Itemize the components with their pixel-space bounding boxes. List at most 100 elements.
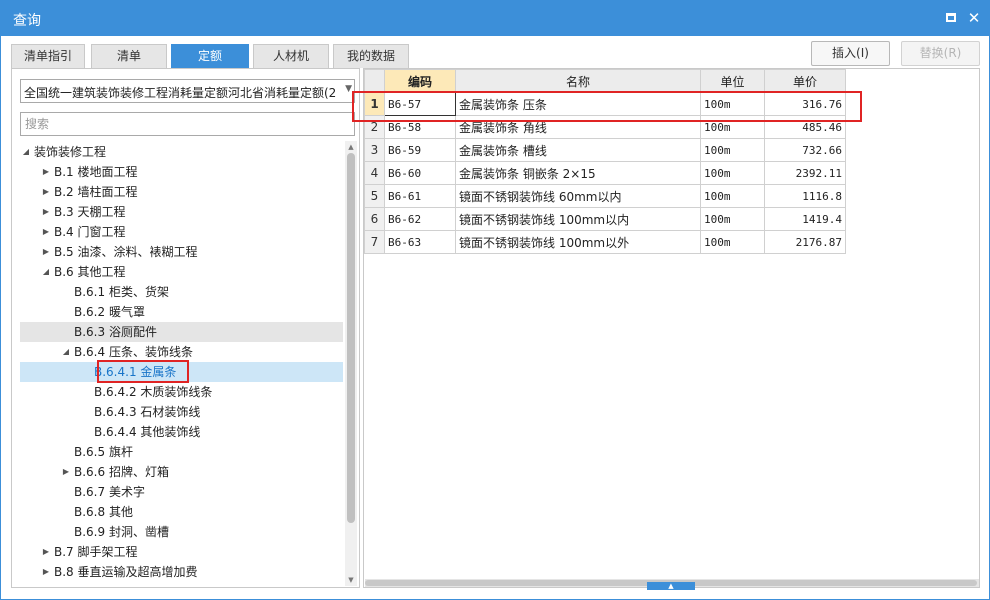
cell-code[interactable]: B6-61 xyxy=(384,184,456,208)
tree-item-label: B.6 其他工程 xyxy=(54,265,126,279)
cell-price[interactable]: 2392.11 xyxy=(764,161,846,185)
table-row[interactable]: 2 B6-58 金属装饰条 角线 100m 485.46 xyxy=(364,115,846,139)
table-row[interactable]: 5 B6-61 镜面不锈钢装饰线 60mm以内 100m 1116.8 xyxy=(364,184,846,208)
tree-item[interactable]: B.6.2 暖气罩 xyxy=(20,302,343,322)
replace-button[interactable]: 替换(R) xyxy=(901,41,980,66)
cell-name[interactable]: 金属装饰条 槽线 xyxy=(455,138,701,162)
row-number[interactable]: 2 xyxy=(364,115,385,139)
cell-unit[interactable]: 100m xyxy=(700,161,765,185)
tree-item[interactable]: ▶ B.4 门窗工程 xyxy=(20,222,343,242)
cell-name[interactable]: 金属装饰条 角线 xyxy=(455,115,701,139)
search-input[interactable] xyxy=(20,112,355,136)
tree-item[interactable]: ▶ B.2 墙柱面工程 xyxy=(20,182,343,202)
row-number[interactable]: 5 xyxy=(364,184,385,208)
table-header-row: 编码 名称 单位 单价 xyxy=(364,69,846,93)
tree-item[interactable]: B.6.8 其他 xyxy=(20,502,343,522)
row-number[interactable]: 6 xyxy=(364,207,385,231)
cell-price[interactable]: 316.76 xyxy=(764,92,846,116)
close-icon[interactable]: ✕ xyxy=(965,9,983,27)
tab-list-guide[interactable]: 清单指引 xyxy=(11,44,85,68)
tree-collapsed-icon[interactable]: ▶ xyxy=(40,202,52,222)
table-row[interactable]: 4 B6-60 金属装饰条 铜嵌条 2×15 100m 2392.11 xyxy=(364,161,846,185)
table-row[interactable]: 6 B6-62 镜面不锈钢装饰线 100mm以内 100m 1419.4 xyxy=(364,207,846,231)
quota-library-select[interactable]: 全国统一建筑装饰装修工程消耗量定额河北省消耗量定额(20 ▼ xyxy=(20,79,355,103)
tree-item[interactable]: ▶ B.5 油漆、涂料、裱糊工程 xyxy=(20,242,343,262)
tree-collapsed-icon[interactable]: ▶ xyxy=(40,242,52,262)
tree-expanded-icon[interactable]: ◢ xyxy=(20,142,32,162)
tree-item[interactable]: B.6.3 浴厕配件 xyxy=(20,322,343,342)
cell-price[interactable]: 1116.8 xyxy=(764,184,846,208)
cell-code[interactable]: B6-60 xyxy=(384,161,456,185)
tree-item[interactable]: ◢ 装饰装修工程 xyxy=(20,142,343,162)
cell-unit[interactable]: 100m xyxy=(700,92,765,116)
row-number[interactable]: 1 xyxy=(364,92,385,116)
tree-item[interactable]: B.6.1 柜类、货架 xyxy=(20,282,343,302)
cell-name[interactable]: 金属装饰条 铜嵌条 2×15 xyxy=(455,161,701,185)
tree-item[interactable]: ◢ B.6.4 压条、装饰线条 xyxy=(20,342,343,362)
table-row[interactable]: 1 B6-57 金属装饰条 压条 100m 316.76 xyxy=(364,92,846,116)
tree-item[interactable]: B.6.5 旗杆 xyxy=(20,442,343,462)
cell-name[interactable]: 镜面不锈钢装饰线 60mm以内 xyxy=(455,184,701,208)
tree-item[interactable]: B.6.4.2 木质装饰线条 xyxy=(20,382,343,402)
tree-item[interactable]: B.6.4.1 金属条 xyxy=(20,362,343,382)
column-header-unit[interactable]: 单位 xyxy=(700,69,765,93)
cell-code[interactable]: B6-57 xyxy=(384,92,456,116)
tree-collapsed-icon[interactable]: ▶ xyxy=(40,562,52,582)
title-bar[interactable]: 查询 ✕ xyxy=(1,1,989,36)
scrollbar-thumb[interactable] xyxy=(347,153,355,523)
tree-item[interactable]: B.6.4.3 石材装饰线 xyxy=(20,402,343,422)
row-number[interactable]: 3 xyxy=(364,138,385,162)
scroll-down-icon[interactable]: ▼ xyxy=(345,574,357,586)
cell-unit[interactable]: 100m xyxy=(700,184,765,208)
tab-labor-material-machine[interactable]: 人材机 xyxy=(253,44,329,68)
tree-collapsed-icon[interactable]: ▶ xyxy=(60,462,72,482)
dropdown-arrow-icon[interactable]: ▼ xyxy=(345,84,352,94)
tree-item[interactable]: B.6.9 封洞、凿槽 xyxy=(20,522,343,542)
table-row[interactable]: 7 B6-63 镜面不锈钢装饰线 100mm以外 100m 2176.87 xyxy=(364,230,846,254)
tree-item[interactable]: B.6.4.4 其他装饰线 xyxy=(20,422,343,442)
cell-code[interactable]: B6-62 xyxy=(384,207,456,231)
tree-expanded-icon[interactable]: ◢ xyxy=(40,262,52,282)
tree-item[interactable]: B.6.7 美术字 xyxy=(20,482,343,502)
tree-collapsed-icon[interactable]: ▶ xyxy=(40,542,52,562)
tree-item[interactable]: ▶ B.7 脚手架工程 xyxy=(20,542,343,562)
tree-item[interactable]: ◢ B.6 其他工程 xyxy=(20,262,343,282)
cell-code[interactable]: B6-63 xyxy=(384,230,456,254)
tree-item[interactable]: ▶ B.3 天棚工程 xyxy=(20,202,343,222)
cell-unit[interactable]: 100m xyxy=(700,207,765,231)
scroll-up-icon[interactable]: ▲ xyxy=(345,141,357,153)
tree-item[interactable]: ▶ B.1 楼地面工程 xyxy=(20,162,343,182)
tree-collapsed-icon[interactable]: ▶ xyxy=(40,162,52,182)
tab-list[interactable]: 清单 xyxy=(91,44,167,68)
cell-unit[interactable]: 100m xyxy=(700,115,765,139)
cell-name[interactable]: 镜面不锈钢装饰线 100mm以内 xyxy=(455,207,701,231)
row-number[interactable]: 7 xyxy=(364,230,385,254)
tree-collapsed-icon[interactable]: ▶ xyxy=(40,182,52,202)
collapse-up-icon[interactable]: ▲ xyxy=(647,582,695,590)
cell-price[interactable]: 2176.87 xyxy=(764,230,846,254)
maximize-icon[interactable] xyxy=(942,9,960,27)
tab-my-data[interactable]: 我的数据 xyxy=(333,44,409,68)
column-header-name[interactable]: 名称 xyxy=(455,69,701,93)
column-header-code[interactable]: 编码 xyxy=(384,69,456,93)
tab-quota[interactable]: 定额 xyxy=(171,44,249,68)
row-number[interactable]: 4 xyxy=(364,161,385,185)
cell-name[interactable]: 镜面不锈钢装饰线 100mm以外 xyxy=(455,230,701,254)
cell-price[interactable]: 1419.4 xyxy=(764,207,846,231)
tree-expanded-icon[interactable]: ◢ xyxy=(60,342,72,362)
cell-code[interactable]: B6-58 xyxy=(384,115,456,139)
cell-price[interactable]: 485.46 xyxy=(764,115,846,139)
tree-collapsed-icon[interactable]: ▶ xyxy=(40,222,52,242)
column-header-price[interactable]: 单价 xyxy=(764,69,846,93)
table-row[interactable]: 3 B6-59 金属装饰条 槽线 100m 732.66 xyxy=(364,138,846,162)
cell-unit[interactable]: 100m xyxy=(700,230,765,254)
cell-price[interactable]: 732.66 xyxy=(764,138,846,162)
cell-name[interactable]: 金属装饰条 压条 xyxy=(455,92,701,116)
cell-unit[interactable]: 100m xyxy=(700,138,765,162)
tree-scrollbar[interactable]: ▲ ▼ xyxy=(345,141,357,586)
tree-item[interactable]: ▶ B.6.6 招牌、灯箱 xyxy=(20,462,343,482)
cell-code[interactable]: B6-59 xyxy=(384,138,456,162)
tree-item-label: B.4 门窗工程 xyxy=(54,225,126,239)
insert-button[interactable]: 插入(I) xyxy=(811,41,890,66)
tree-item[interactable]: ▶ B.8 垂直运输及超高增加费 xyxy=(20,562,343,582)
